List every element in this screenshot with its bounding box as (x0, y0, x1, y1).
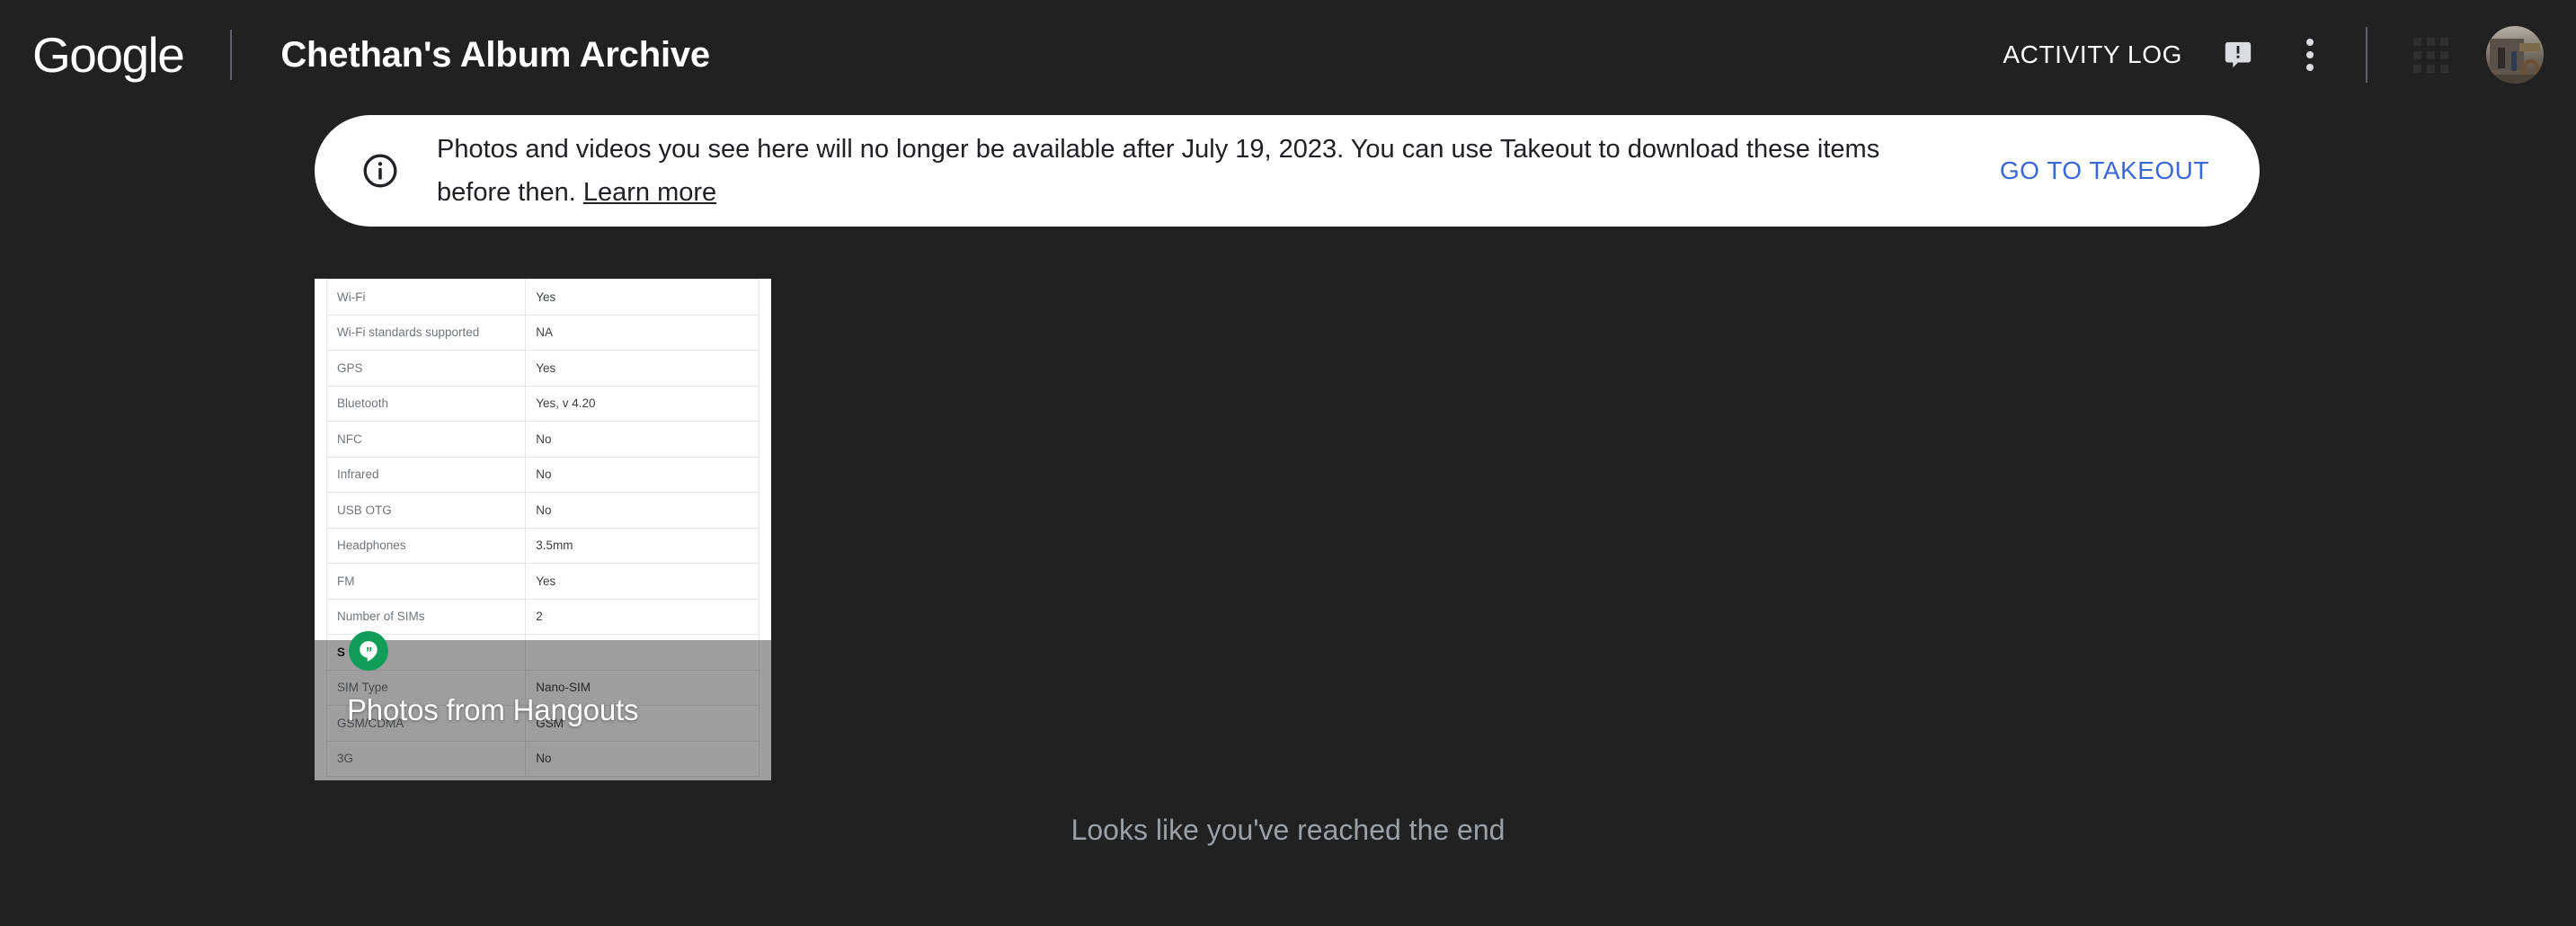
table-row: USB OTG No (325, 492, 759, 529)
banner-message: Photos and videos you see here will no l… (437, 128, 1947, 214)
feedback-button[interactable] (2206, 22, 2270, 87)
table-row: Number of SIMs 2 (325, 598, 759, 635)
spec-label: Number of SIMs (325, 598, 527, 635)
go-to-takeout-button[interactable]: GO TO TAKEOUT (2000, 156, 2209, 185)
end-of-list-message: Looks like you've reached the end (1070, 814, 1506, 846)
spec-value: NA (525, 314, 759, 351)
info-circle-icon (360, 150, 401, 191)
spec-value: Yes (525, 279, 759, 316)
spec-label: GPS (325, 350, 527, 387)
more-options-button[interactable] (2278, 22, 2342, 87)
album-title: Photos from Hangouts (347, 693, 639, 726)
spec-label: FM (325, 563, 527, 600)
spec-value: Yes (525, 563, 759, 600)
spec-value: 3.5mm (525, 527, 759, 564)
apps-grid-icon (2412, 37, 2448, 73)
three-dot-menu-icon (2306, 39, 2314, 71)
spec-label: Bluetooth (325, 385, 527, 422)
table-row: Bluetooth Yes, v 4.20 (325, 385, 759, 422)
spec-value: Yes (525, 350, 759, 387)
spec-label: Headphones (325, 527, 527, 564)
header-divider (230, 30, 233, 80)
header-right-divider (2366, 27, 2367, 83)
album-card-photos-from-hangouts[interactable]: Wi-Fi Yes Wi-Fi standards supported NA GPS Ye… (315, 279, 771, 780)
google-logo: Google (32, 26, 185, 83)
app-header: Google Chethan's Album Archive ACTIVITY … (0, 0, 2576, 110)
spec-value: No (525, 492, 759, 529)
spec-label: Wi-Fi standards supported (325, 314, 527, 351)
table-row: Wi-Fi standards supported NA (325, 314, 759, 351)
avatar[interactable] (2486, 26, 2544, 84)
spec-label: Infrared (325, 456, 527, 493)
feedback-speech-bubble-icon (2225, 41, 2252, 68)
spec-label: Wi-Fi (325, 279, 527, 316)
spec-value: 2 (525, 598, 759, 635)
spec-value: Yes, v 4.20 (525, 385, 759, 422)
spec-label: USB OTG (325, 492, 527, 529)
page-title: Chethan's Album Archive (280, 34, 710, 75)
table-row: Wi-Fi Yes (325, 279, 759, 316)
spec-value: No (525, 456, 759, 493)
header-actions: ACTIVITY LOG (1986, 22, 2576, 87)
hangouts-icon (349, 631, 388, 671)
table-row: FM Yes (325, 563, 759, 600)
spec-label: NFC (325, 421, 527, 458)
table-row: GPS Yes (325, 350, 759, 387)
google-apps-button[interactable] (2398, 22, 2463, 87)
table-row: Infrared No (325, 456, 759, 493)
activity-log-button[interactable]: ACTIVITY LOG (1986, 30, 2198, 80)
table-row: NFC No (325, 421, 759, 458)
takeout-notice-banner: Photos and videos you see here will no l… (315, 115, 2260, 227)
spec-value: No (525, 421, 759, 458)
table-row: Headphones 3.5mm (325, 527, 759, 564)
learn-more-link[interactable]: Learn more (583, 178, 716, 207)
